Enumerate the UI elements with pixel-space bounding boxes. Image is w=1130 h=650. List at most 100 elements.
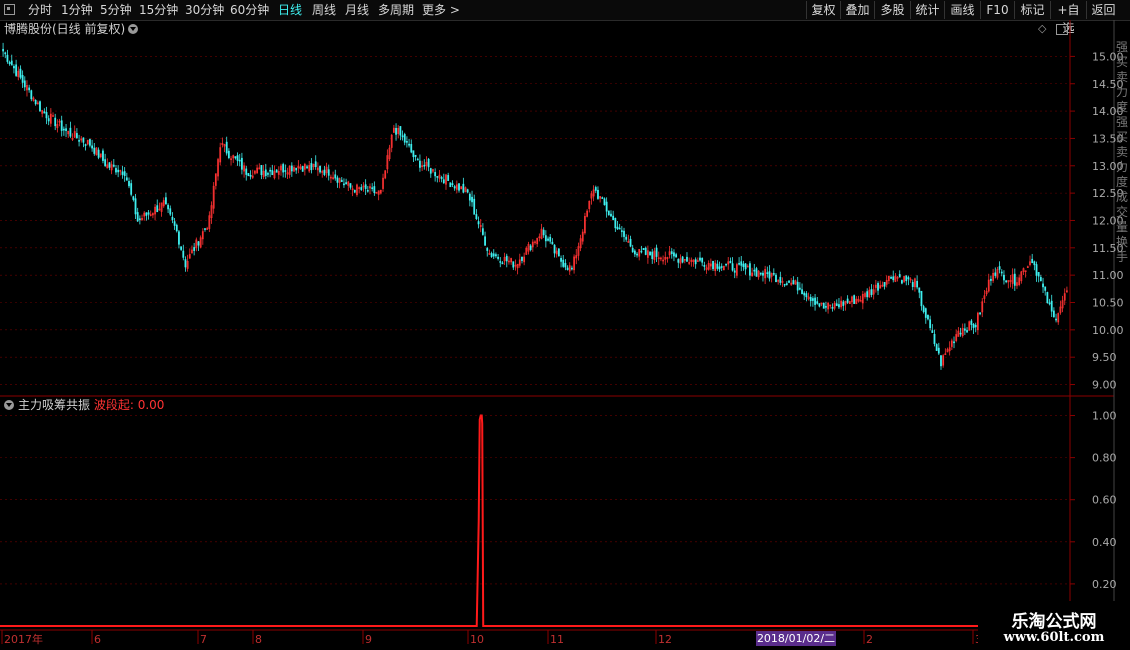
candle-body — [204, 228, 206, 230]
candle-body — [512, 261, 515, 268]
candle-body — [62, 128, 65, 131]
candle-body — [82, 137, 85, 143]
candle-body — [1033, 261, 1036, 266]
candle-body — [473, 198, 476, 215]
candle-body — [740, 261, 743, 266]
candle-body — [238, 159, 241, 162]
candle-body — [4, 52, 7, 55]
candle-body — [15, 64, 18, 76]
candle-body — [916, 280, 919, 288]
candle-body — [47, 118, 50, 122]
candle-body — [1039, 277, 1042, 282]
candle-body — [440, 177, 443, 179]
x-tick-label: 9 — [365, 633, 372, 646]
x-tick-label: 2 — [866, 633, 873, 646]
candle-body — [132, 196, 135, 200]
candle-body — [812, 298, 814, 301]
indicator-tick-label: 0.40 — [1092, 536, 1117, 549]
candle-body — [796, 281, 799, 291]
candle-body — [193, 247, 196, 251]
candle-body — [712, 260, 714, 270]
candle-body — [78, 140, 80, 142]
candle-body — [227, 150, 230, 159]
candle-body — [1048, 302, 1051, 305]
candle-body — [247, 173, 250, 177]
candle-body — [156, 205, 159, 213]
candle-body — [138, 218, 141, 221]
candle-body — [197, 241, 200, 246]
candle-body — [801, 289, 803, 295]
candle-body — [136, 212, 139, 222]
candle-body — [475, 214, 478, 220]
x-tick-label: 12 — [658, 633, 672, 646]
candle-body — [123, 171, 126, 177]
candle-body — [1052, 310, 1055, 318]
candle-body — [614, 218, 617, 229]
candle-body — [918, 287, 921, 293]
candle-body — [792, 280, 795, 285]
candle-body — [178, 231, 180, 245]
kline-chart[interactable]: 15.0014.5014.0013.5013.0012.5012.0011.50… — [0, 0, 1130, 650]
candle-body — [366, 189, 369, 192]
watermark-url: www.60lt.com — [1003, 630, 1105, 645]
candle-body — [838, 304, 840, 308]
candle-body — [1055, 318, 1057, 321]
candle-body — [720, 266, 723, 268]
candle-body — [236, 155, 239, 161]
candle-body — [269, 169, 272, 172]
candle-body — [134, 198, 137, 215]
candle-body — [462, 183, 465, 193]
candle-body — [458, 183, 460, 191]
candle-body — [147, 212, 150, 215]
candle-body — [412, 150, 415, 158]
candle-body — [349, 183, 352, 188]
candle-body — [225, 141, 228, 154]
candle-body — [340, 179, 343, 182]
candle-body — [477, 221, 480, 225]
candle-body — [616, 226, 619, 230]
candle-body — [436, 176, 439, 178]
candle-body — [468, 193, 471, 201]
candle-body — [173, 221, 176, 226]
candle-body — [675, 254, 678, 258]
candle-body — [755, 268, 758, 277]
candle-body — [636, 253, 638, 256]
candle-body — [260, 165, 263, 176]
candle-body — [175, 224, 178, 232]
candle-body — [501, 262, 504, 265]
candle-body — [145, 212, 148, 216]
candle-body — [451, 183, 454, 185]
candle-body — [1000, 271, 1003, 274]
candle-body — [911, 282, 914, 287]
candle-body — [766, 272, 769, 274]
candle-body — [427, 158, 430, 168]
candle-body — [271, 170, 274, 176]
right-side-strip: 强买卖力度强买卖力度成交量换手 — [1115, 40, 1128, 264]
candle-body — [1050, 300, 1053, 312]
candle-body — [890, 277, 892, 279]
candle-body — [275, 169, 278, 173]
candle-body — [605, 201, 608, 212]
candle-body — [282, 164, 285, 173]
candle-body — [818, 303, 821, 307]
candle-body — [117, 169, 120, 173]
candle-body — [1046, 292, 1049, 304]
candle-body — [759, 272, 762, 275]
candle-body — [429, 168, 432, 174]
candle-body — [922, 306, 925, 313]
candle-body — [994, 272, 997, 276]
candle-body — [245, 168, 248, 175]
candle-body — [816, 301, 819, 304]
candle-body — [629, 238, 632, 247]
candle-body — [803, 292, 806, 296]
candle-body — [963, 328, 966, 331]
candle-body — [76, 133, 78, 139]
candle-body — [699, 257, 701, 261]
candle-body — [547, 238, 549, 241]
candle-body — [54, 117, 57, 127]
candle-body — [492, 253, 495, 257]
candle-body — [729, 260, 732, 264]
indicator-tick-label: 0.80 — [1092, 452, 1117, 465]
candle-body — [749, 263, 751, 276]
candle-body — [835, 303, 838, 306]
